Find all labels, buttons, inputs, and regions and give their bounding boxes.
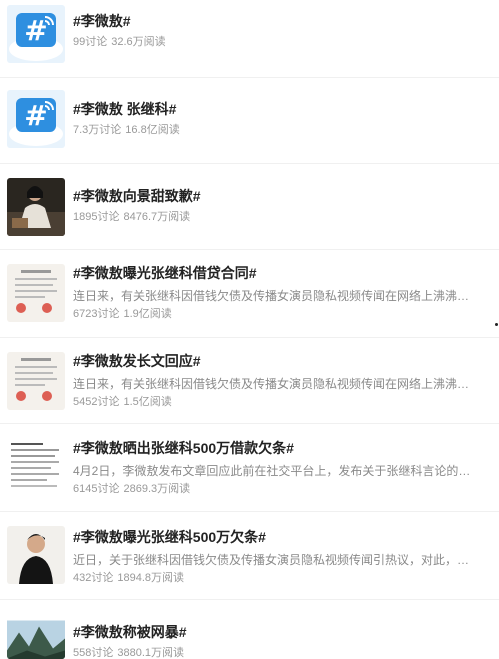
topic-title[interactable]: #李微敖称被网暴# [73, 622, 491, 642]
topic-stats: 6723讨论 1.9亿阅读 [73, 307, 491, 321]
topic-title[interactable]: #李微敖发长文回应# [73, 351, 491, 371]
read-count: 3880.1万阅读 [117, 647, 185, 659]
landscape-photo [7, 614, 65, 659]
topic-title[interactable]: #李微敖 张继科# [73, 99, 491, 119]
read-count: 1.5亿阅读 [123, 396, 172, 408]
weibo-topic-hash-icon: # [7, 90, 65, 148]
svg-text:#: # [24, 99, 47, 132]
topic-list: # #李微敖# 99讨论 32.6万阅读 # #李微敖 张继科# 7.3万讨论 16… [0, 0, 499, 659]
topic-row[interactable]: #李微敖晒出张继科500万借款欠条# 4月2日，李微敖发布文章回应此前在社交平台… [0, 424, 499, 512]
topic-row[interactable]: #李微敖发长文回应# 连日来，有关张继科因借钱欠债及传播女演员隐私视频传闻在网络… [0, 338, 499, 424]
contract-document-photo [7, 264, 65, 322]
read-count: 1894.8万阅读 [117, 572, 185, 584]
topic-title[interactable]: #李微敖曝光张继科借贷合同# [73, 263, 491, 283]
read-count: 32.6万阅读 [111, 36, 166, 48]
topic-stats: 558讨论 3880.1万阅读 [73, 646, 491, 659]
topic-row[interactable]: # #李微敖 张继科# 7.3万讨论 16.8亿阅读 [0, 78, 499, 164]
topic-stats: 7.3万讨论 16.8亿阅读 [73, 123, 491, 137]
topic-stats: 6145讨论 2869.3万阅读 [73, 482, 491, 496]
topic-row[interactable]: #李微敖曝光张继科借贷合同# 连日来，有关张继科因借钱欠债及传播女演员隐私视频传… [0, 250, 499, 338]
topic-title[interactable]: #李微敖曝光张继科500万欠条# [73, 527, 491, 547]
weibo-topic-hash-icon: # [7, 5, 65, 63]
topic-title[interactable]: #李微敖向景甜致歉# [73, 186, 491, 206]
article-screenshot [7, 438, 65, 496]
discussion-count: 7.3万讨论 [73, 124, 122, 136]
read-count: 1.9亿阅读 [123, 308, 172, 320]
scroll-indicator-dot [495, 323, 498, 326]
topic-row[interactable]: #李微敖向景甜致歉# 1895讨论 8476.7万阅读 [0, 164, 499, 250]
svg-text:#: # [24, 14, 47, 47]
topic-description: 4月2日，李微敖发布文章回应此前在社交平台上，发布关于张继科言论的来龙去脉。 [73, 464, 473, 478]
read-count: 2869.3万阅读 [123, 483, 191, 495]
discussion-count: 558讨论 [73, 647, 114, 659]
discussion-count: 6723讨论 [73, 308, 120, 320]
discussion-count: 5452讨论 [73, 396, 120, 408]
discussion-count: 6145讨论 [73, 483, 120, 495]
topic-row[interactable]: #李微敖称被网暴# 558讨论 3880.1万阅读 [0, 600, 499, 659]
topic-description: 近日，关于张继科因借钱欠债及传播女演员隐私视频传闻引热议，对此，张继科方两次发声… [73, 553, 473, 567]
topic-title[interactable]: #李微敖晒出张继科500万借款欠条# [73, 438, 491, 458]
discussion-count: 1895讨论 [73, 211, 120, 223]
discussion-count: 99讨论 [73, 36, 108, 48]
topic-stats: 99讨论 32.6万阅读 [73, 35, 491, 49]
discussion-count: 432讨论 [73, 572, 114, 584]
contract-document-photo [7, 352, 65, 410]
read-count: 16.8亿阅读 [125, 124, 180, 136]
topic-stats: 432讨论 1894.8万阅读 [73, 571, 491, 585]
topic-stats: 1895讨论 8476.7万阅读 [73, 210, 491, 224]
topic-description: 连日来，有关张继科因借钱欠债及传播女演员隐私视频传闻在网络上沸沸扬扬。曝光这一消… [73, 377, 473, 391]
woman-photo [7, 178, 65, 236]
man-photo [7, 526, 65, 584]
read-count: 8476.7万阅读 [123, 211, 191, 223]
topic-row[interactable]: # #李微敖# 99讨论 32.6万阅读 [0, 0, 499, 78]
topic-description: 连日来，有关张继科因借钱欠债及传播女演员隐私视频传闻在网络上沸沸扬扬。曝光这一消… [73, 289, 473, 303]
topic-title[interactable]: #李微敖# [73, 11, 491, 31]
topic-stats: 5452讨论 1.5亿阅读 [73, 395, 491, 409]
topic-row[interactable]: #李微敖曝光张继科500万欠条# 近日，关于张继科因借钱欠债及传播女演员隐私视频… [0, 512, 499, 600]
